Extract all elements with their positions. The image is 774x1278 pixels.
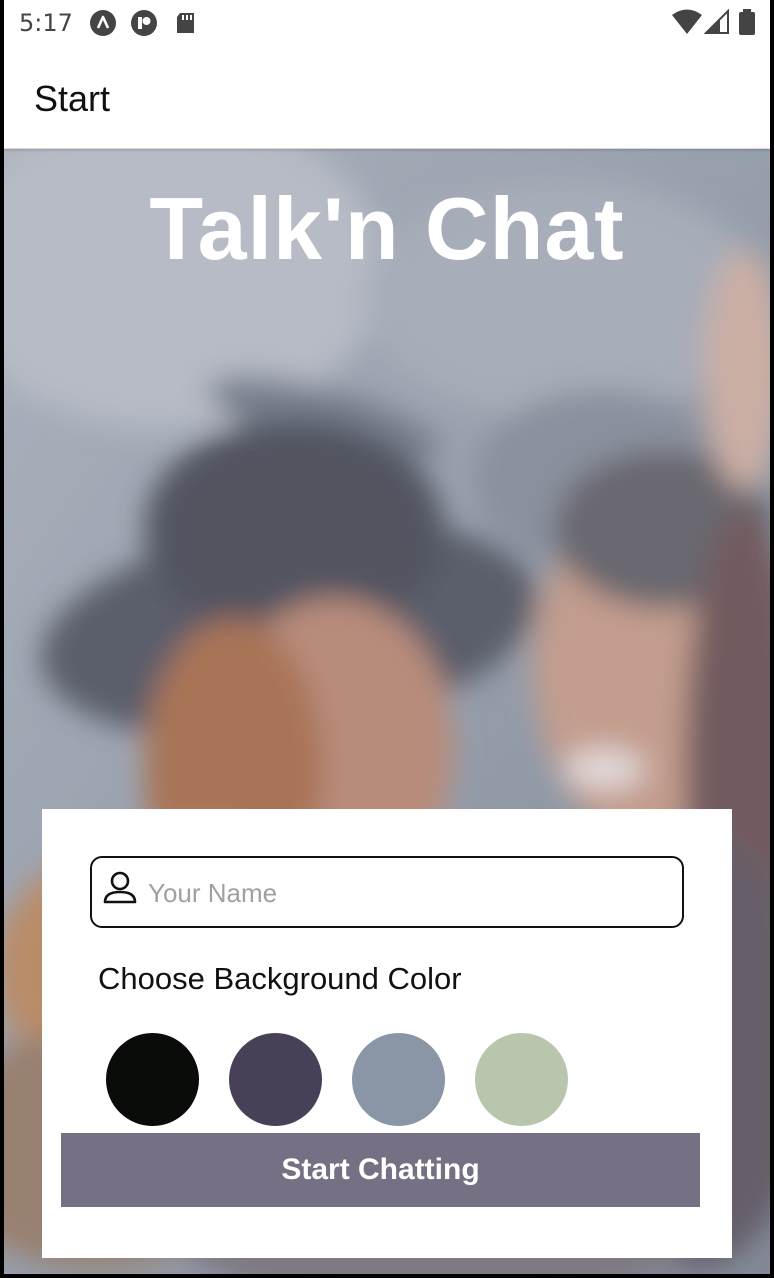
- color-swatch-gray[interactable]: [352, 1033, 445, 1126]
- name-input[interactable]: [146, 868, 670, 918]
- app-bar: Start: [4, 46, 770, 148]
- color-swatch-green[interactable]: [475, 1033, 568, 1126]
- battery-icon: [739, 9, 755, 35]
- wifi-icon: [672, 9, 702, 34]
- user-icon: [103, 871, 137, 904]
- name-field[interactable]: [90, 856, 684, 928]
- status-bar: 5:17: [4, 0, 770, 46]
- start-chatting-button[interactable]: Start Chatting: [61, 1133, 700, 1207]
- sd-card-icon: [177, 13, 194, 33]
- screen-title: Start: [34, 78, 111, 119]
- at-icon: [90, 10, 116, 36]
- app-badge-icon: [131, 10, 157, 36]
- signal-icon: [704, 9, 729, 34]
- choose-color-label: Choose Background Color: [98, 961, 462, 996]
- status-time: 5:17: [19, 9, 73, 37]
- color-swatch-purple[interactable]: [229, 1033, 322, 1126]
- start-form-card: Choose Background Color Start Chatting: [42, 809, 732, 1258]
- color-swatch-black[interactable]: [106, 1033, 199, 1126]
- app-screen: 5:17 Start Talk'n Chat Your Name Choose …: [4, 0, 770, 1274]
- app-title: Talk'n Chat: [149, 179, 625, 278]
